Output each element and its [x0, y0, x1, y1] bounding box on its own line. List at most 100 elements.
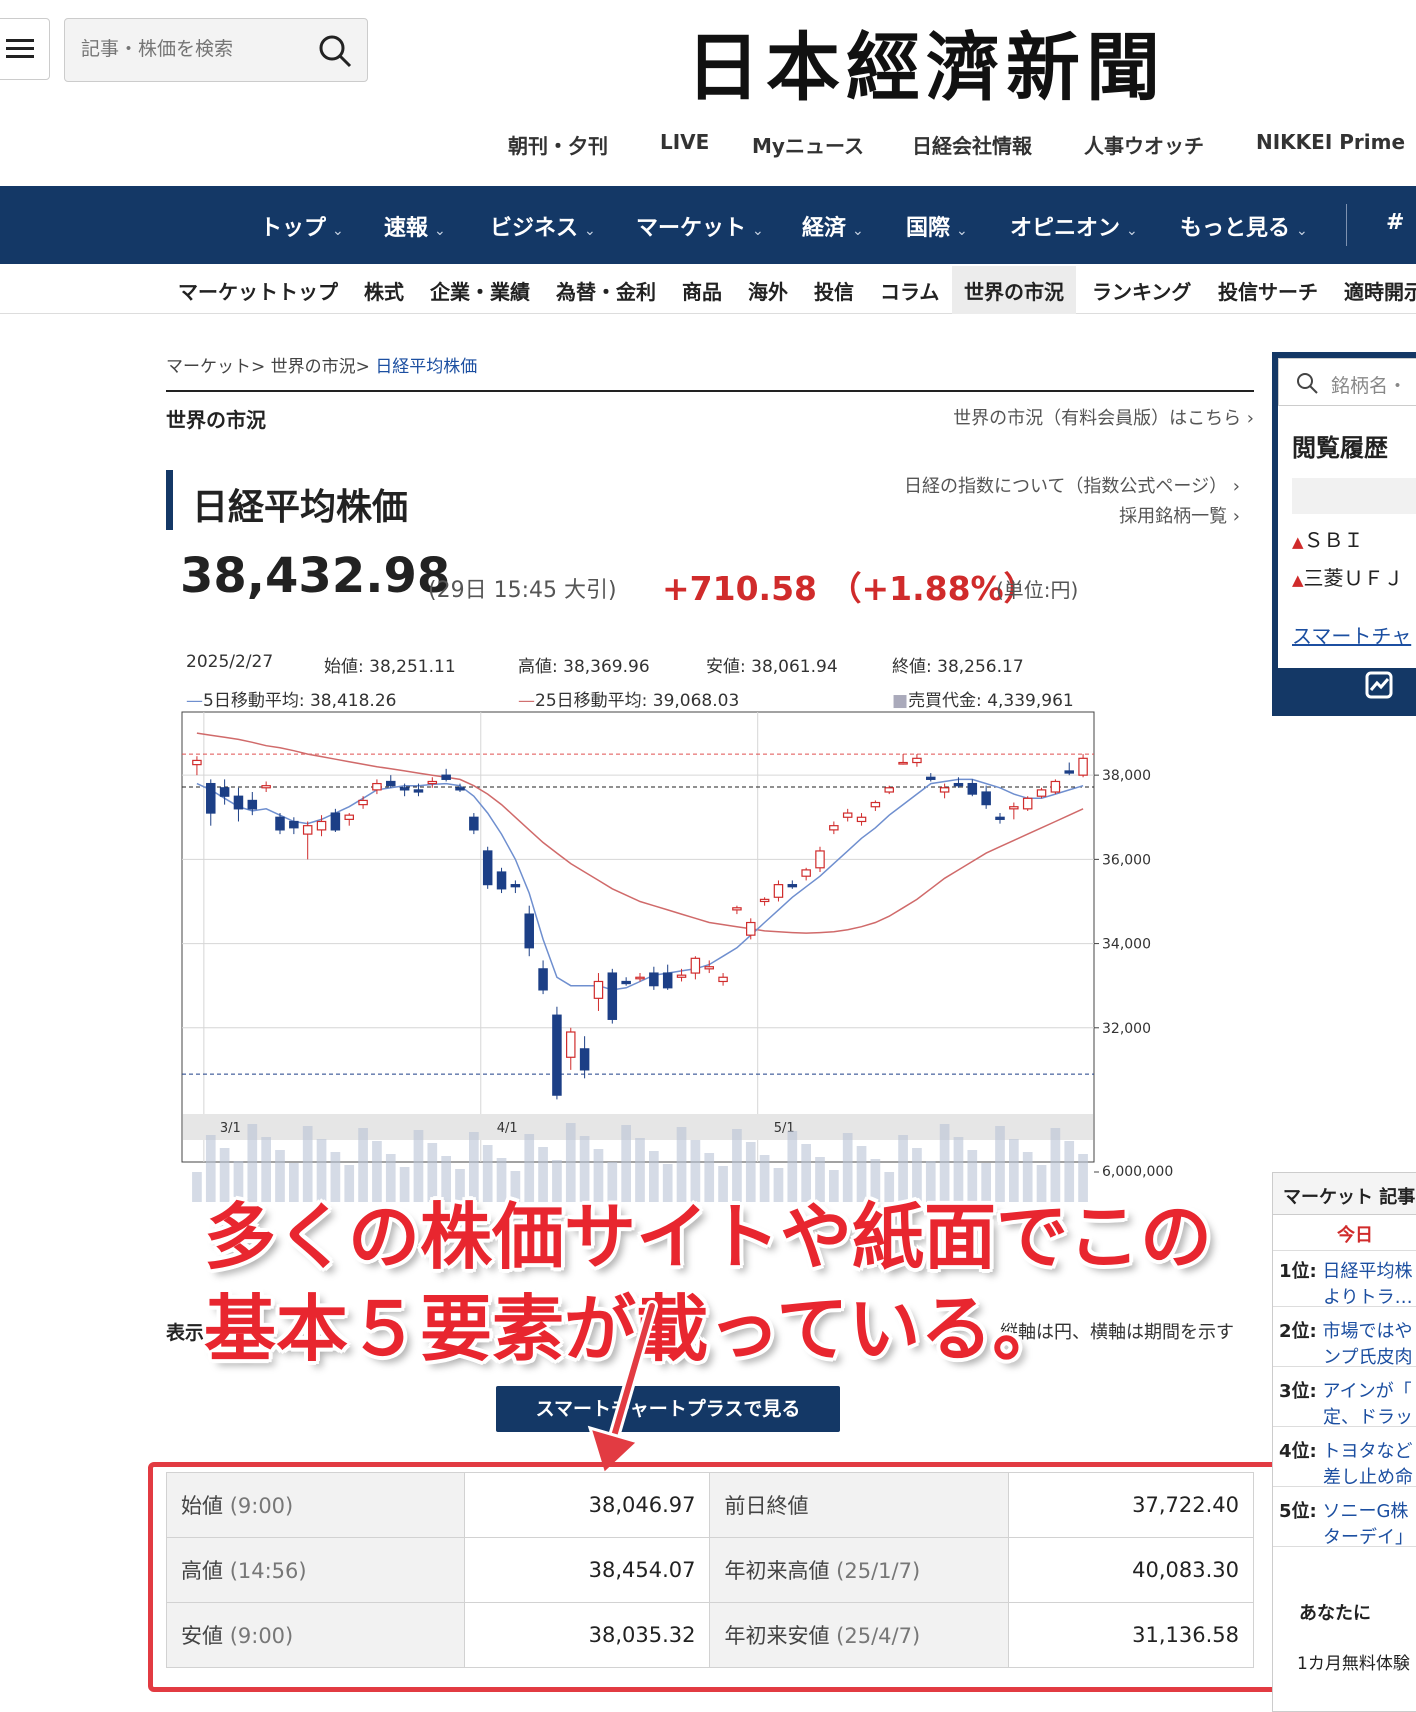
nikkei-logo[interactable]: 日本經濟新聞: [686, 8, 1166, 115]
chart-date: 2025/2/27: [186, 652, 274, 672]
chevron-down-icon: ⌄: [852, 223, 864, 239]
mnav-stocks[interactable]: 株式: [364, 276, 404, 305]
hamburger-icon: [6, 39, 34, 58]
nav-hashtag[interactable]: #: [1386, 210, 1404, 235]
history-item[interactable]: ▲ＳＢＩ: [1292, 524, 1364, 553]
candle-body: [510, 884, 521, 888]
price-time: (29日 15:45 大引): [428, 578, 617, 603]
article-search-box[interactable]: [64, 18, 368, 82]
x-tick-label: 4/1: [497, 1121, 518, 1136]
candle-body: [1036, 789, 1047, 797]
mnav-ranking[interactable]: ランキング: [1092, 276, 1191, 305]
mnav-market-top[interactable]: マーケットトップ: [178, 276, 338, 305]
mnav-disclosure[interactable]: 適時開示: [1344, 276, 1416, 305]
candle-body: [787, 884, 798, 888]
chart-icon[interactable]: [1364, 670, 1394, 700]
candle-body: [995, 816, 1005, 820]
candle-body: [718, 976, 728, 983]
candle-body: [662, 972, 673, 989]
mnav-funds[interactable]: 投信: [814, 276, 854, 305]
constituents-link[interactable]: 採用銘柄一覧 ›: [1119, 502, 1240, 528]
candle-body: [912, 757, 922, 764]
nav-top[interactable]: トップ ⌄: [260, 210, 344, 242]
nav-market[interactable]: マーケット ⌄: [636, 210, 764, 242]
mnav-overseas[interactable]: 海外: [748, 276, 788, 305]
candle-body: [469, 816, 479, 831]
subnav-personnel-watch[interactable]: 人事ウオッチ: [1084, 130, 1204, 159]
candle-body: [219, 787, 230, 797]
candle-body: [552, 1014, 562, 1096]
candle-body: [1022, 797, 1033, 810]
ranking-header: マーケット 記事: [1273, 1173, 1416, 1215]
ranking-item[interactable]: 1位: 日経平均株 よりトラ…: [1273, 1251, 1416, 1308]
candle-body: [427, 780, 438, 785]
breadcrumb: マーケット> 世界の市況> 日経平均株価: [166, 352, 477, 377]
breadcrumb-market[interactable]: マーケット>: [166, 357, 265, 377]
chevron-down-icon: ⌄: [434, 223, 446, 239]
nav-opinion[interactable]: オピニオン ⌄: [1010, 210, 1138, 242]
subnav-my-news[interactable]: Myニュース: [752, 130, 864, 159]
breadcrumb-world[interactable]: 世界の市況>: [271, 357, 370, 377]
history-item[interactable]: ▲三菱ＵＦＪ: [1292, 562, 1404, 591]
subnav-nikkei-prime[interactable]: NIKKEI Prime: [1256, 130, 1405, 154]
trial-cta-text: 1カ月無料体験: [1297, 1654, 1410, 1674]
paid-member-link[interactable]: 世界の市況（有料会員版）はこちら ›: [953, 404, 1254, 430]
candle-body: [1009, 806, 1019, 810]
nav-more[interactable]: もっと見る ⌄: [1180, 210, 1308, 242]
candle-body: [247, 799, 258, 810]
candle-body: [358, 799, 368, 806]
subnav-live[interactable]: LIVE: [660, 130, 709, 154]
candle-body: [192, 759, 202, 766]
candle-body: [1064, 770, 1074, 774]
ranking-tab-today[interactable]: 今日: [1273, 1215, 1416, 1251]
chevron-down-icon: ⌄: [1296, 223, 1308, 239]
trial-cta-title: あなたに: [1299, 1603, 1371, 1624]
candle-body: [898, 761, 908, 765]
smart-chart-link[interactable]: スマートチャ: [1292, 620, 1411, 649]
ranking-item[interactable]: 2位: 市場ではや ンプ氏皮肉: [1273, 1311, 1416, 1368]
subnav-company-info[interactable]: 日経会社情報: [912, 130, 1032, 159]
candle-body: [344, 814, 354, 820]
chart-open: 始値: 38,251.11: [324, 657, 456, 677]
nav-business[interactable]: ビジネス ⌄: [490, 210, 596, 242]
menu-button[interactable]: [0, 18, 50, 80]
breadcrumb-current[interactable]: 日経平均株価: [375, 357, 477, 377]
mnav-column[interactable]: コラム: [880, 276, 939, 305]
candle-body: [884, 787, 894, 793]
mnav-world-markets[interactable]: 世界の市況: [952, 266, 1076, 314]
price-unit: (単位:円): [996, 578, 1079, 602]
y-tick-label: 32,000: [1102, 1021, 1151, 1037]
nav-international[interactable]: 国際 ⌄: [906, 210, 968, 242]
index-about-link[interactable]: 日経の指数について（指数公式ページ） ›: [904, 472, 1240, 498]
candle-body: [302, 825, 313, 835]
highlight-box: [148, 1462, 1286, 1692]
candle-body: [289, 820, 299, 829]
ranking-item[interactable]: 3位: アインが「 定、ドラッ: [1273, 1371, 1416, 1428]
candle-body: [815, 850, 825, 869]
candle-body: [386, 780, 396, 787]
mnav-fx-rates[interactable]: 為替・金利: [556, 276, 656, 305]
candle-body: [538, 968, 548, 991]
stock-search-input[interactable]: 銘柄名・: [1278, 358, 1416, 406]
trial-cta[interactable]: あなたに 1カ月無料体験: [1273, 1579, 1416, 1675]
chevron-down-icon: ⌄: [584, 223, 596, 239]
ranking-item[interactable]: 4位: トヨタなど 差し止め命: [1273, 1431, 1416, 1488]
chevron-down-icon: ⌄: [956, 223, 968, 239]
mnav-company-earnings[interactable]: 企業・業績: [430, 276, 530, 305]
mnav-commodities[interactable]: 商品: [682, 276, 722, 305]
candle-body: [566, 1031, 576, 1058]
price-chart[interactable]: 38,00036,00034,00032,0003/1 4/1 5/16,000,0…: [0, 700, 1416, 1260]
candle-body: [579, 1048, 590, 1071]
candle-body: [482, 850, 493, 886]
subnav-morning-evening[interactable]: 朝刊・夕刊: [508, 130, 608, 159]
nav-economy[interactable]: 経済 ⌄: [802, 210, 864, 242]
candle-body: [981, 791, 991, 806]
search-input[interactable]: [79, 37, 309, 61]
nav-breaking[interactable]: 速報 ⌄: [384, 210, 446, 242]
chart-legend-label: 表示: [166, 1322, 205, 1344]
volume-bar: [192, 1172, 202, 1202]
search-icon[interactable]: [317, 33, 353, 69]
candle-body: [1050, 780, 1061, 793]
ranking-item[interactable]: 5位: ソニーG株 ターデイ」: [1273, 1491, 1416, 1548]
mnav-fund-search[interactable]: 投信サーチ: [1218, 276, 1318, 305]
